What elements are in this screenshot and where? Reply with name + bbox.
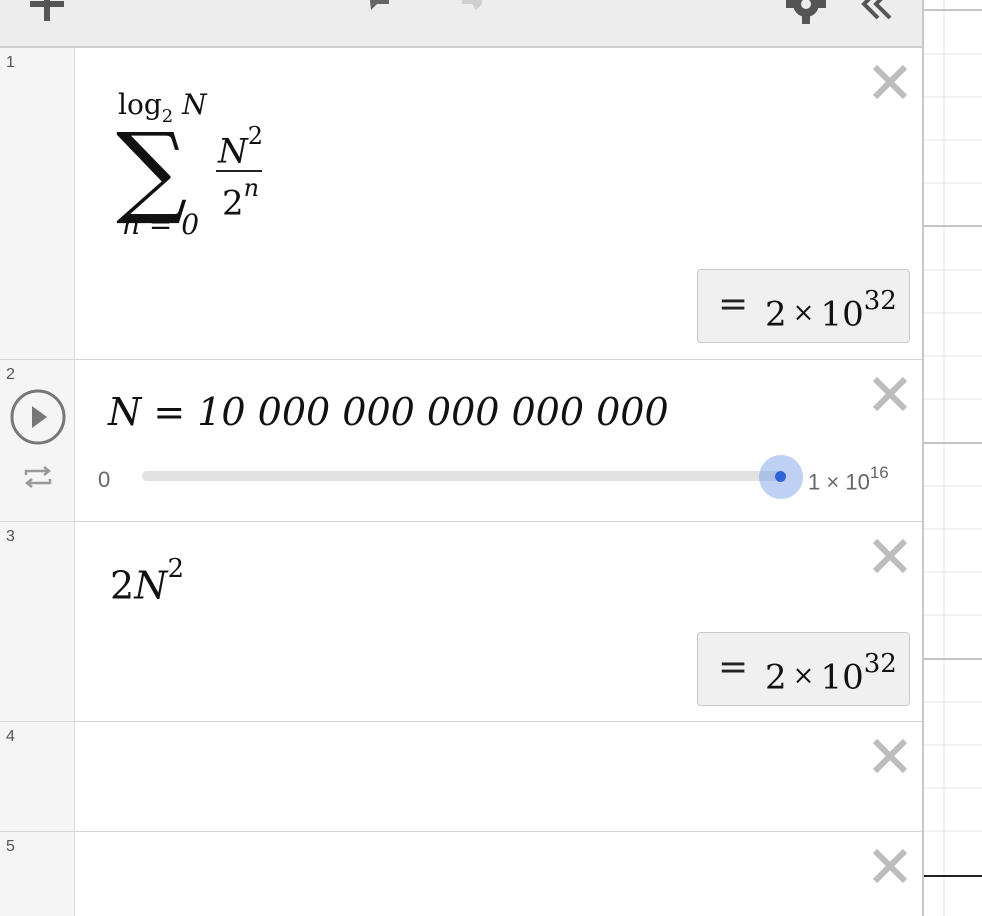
play-icon <box>10 389 66 445</box>
result-exponent: 32 <box>863 649 897 679</box>
exponent: 2 <box>167 554 184 584</box>
expression-gutter: 4 <box>0 722 75 831</box>
expression-row-4[interactable]: 4 <box>0 722 922 832</box>
expression-number: 5 <box>6 838 15 855</box>
delete-expression-button[interactable] <box>872 738 908 774</box>
expression-toolbar <box>0 0 922 48</box>
expression-number: 2 <box>6 366 15 383</box>
sum-lower-limit: n = 0 <box>122 208 200 241</box>
redo-button[interactable] <box>460 0 486 17</box>
gear-icon <box>786 0 826 24</box>
expression-gutter: 5 <box>0 832 75 916</box>
times-sign: × <box>792 661 815 692</box>
denominator-exponent: n <box>243 174 260 202</box>
close-icon <box>872 738 908 774</box>
slider-fill <box>142 471 782 481</box>
slider-expression[interactable]: N = 10 000 000 000 000 000 <box>108 390 669 434</box>
result-mantissa: 2 <box>765 657 787 698</box>
result-base: 10 <box>820 294 864 335</box>
graph-grid <box>924 0 982 916</box>
close-icon <box>872 538 908 574</box>
graph-canvas[interactable] <box>924 0 982 916</box>
evaluation-result: = 2 × 1032 <box>697 269 910 343</box>
expression-number: 3 <box>6 528 15 545</box>
delete-expression-button[interactable] <box>872 376 908 412</box>
max-base: 10 <box>845 469 870 495</box>
max-exponent: 16 <box>869 463 889 482</box>
redo-icon <box>462 0 482 10</box>
delete-expression-button[interactable] <box>872 64 908 100</box>
fraction-denominator: 2n <box>222 174 259 224</box>
expression-gutter: 1 <box>0 48 75 359</box>
expression-gutter: 3 <box>0 522 75 721</box>
times-sign: × <box>792 298 815 329</box>
expression-input[interactable]: 2N2 <box>110 554 184 608</box>
expression-list-panel: 1 log2 N ∑ n = 0 N2 2n = 2 × 1032 2 N = … <box>0 0 924 916</box>
coefficient: 2 <box>110 563 135 608</box>
close-icon <box>872 64 908 100</box>
numerator-exponent: 2 <box>247 122 264 150</box>
fraction-numerator: N2 <box>218 122 263 172</box>
expression-row-3[interactable]: 3 2N2 = 2 × 1032 <box>0 522 922 722</box>
expression-row-5[interactable]: 5 <box>0 832 922 916</box>
expression-row-2[interactable]: 2 N = 10 000 000 000 000 000 0 1 × 1016 <box>0 360 922 522</box>
expression-number: 1 <box>6 54 15 71</box>
max-mantissa: 1 <box>808 469 821 495</box>
close-icon <box>872 848 908 884</box>
numerator-variable: N <box>218 131 248 172</box>
result-value: 2 × 1032 <box>765 286 897 335</box>
loop-mode-button[interactable] <box>22 465 54 494</box>
repeat-icon <box>24 466 52 488</box>
slider-handle[interactable] <box>775 471 786 482</box>
undo-icon <box>369 0 389 10</box>
expression-row-1[interactable]: 1 log2 N ∑ n = 0 N2 2n = 2 × 1032 <box>0 48 922 360</box>
add-expression-button[interactable] <box>30 0 64 30</box>
settings-button[interactable] <box>786 0 826 29</box>
equals-sign: = <box>718 284 749 325</box>
undo-button[interactable] <box>365 0 391 17</box>
result-base: 10 <box>820 657 864 698</box>
denominator-base: 2 <box>222 183 244 224</box>
expression-gutter: 2 <box>0 360 75 521</box>
play-slider-button[interactable] <box>9 388 67 451</box>
slider-track[interactable] <box>142 471 782 481</box>
delete-expression-button[interactable] <box>872 538 908 574</box>
double-chevron-left-icon <box>861 0 892 20</box>
variable: N <box>134 563 168 608</box>
fraction-bar <box>216 170 262 172</box>
max-times: × <box>826 469 840 495</box>
slider-max-label[interactable]: 1 × 1016 <box>808 463 889 495</box>
expression-number: 4 <box>6 728 15 745</box>
evaluation-result: = 2 × 1032 <box>697 632 910 706</box>
result-value: 2 × 1032 <box>765 649 897 698</box>
equals-sign: = <box>718 647 749 688</box>
plus-icon <box>30 0 64 21</box>
delete-expression-button[interactable] <box>872 848 908 884</box>
close-icon <box>872 376 908 412</box>
summation-sigma: ∑ <box>116 111 188 228</box>
collapse-list-button[interactable] <box>858 0 894 25</box>
result-mantissa: 2 <box>765 294 787 335</box>
slider-min-label[interactable]: 0 <box>98 467 110 493</box>
result-exponent: 32 <box>863 286 897 316</box>
